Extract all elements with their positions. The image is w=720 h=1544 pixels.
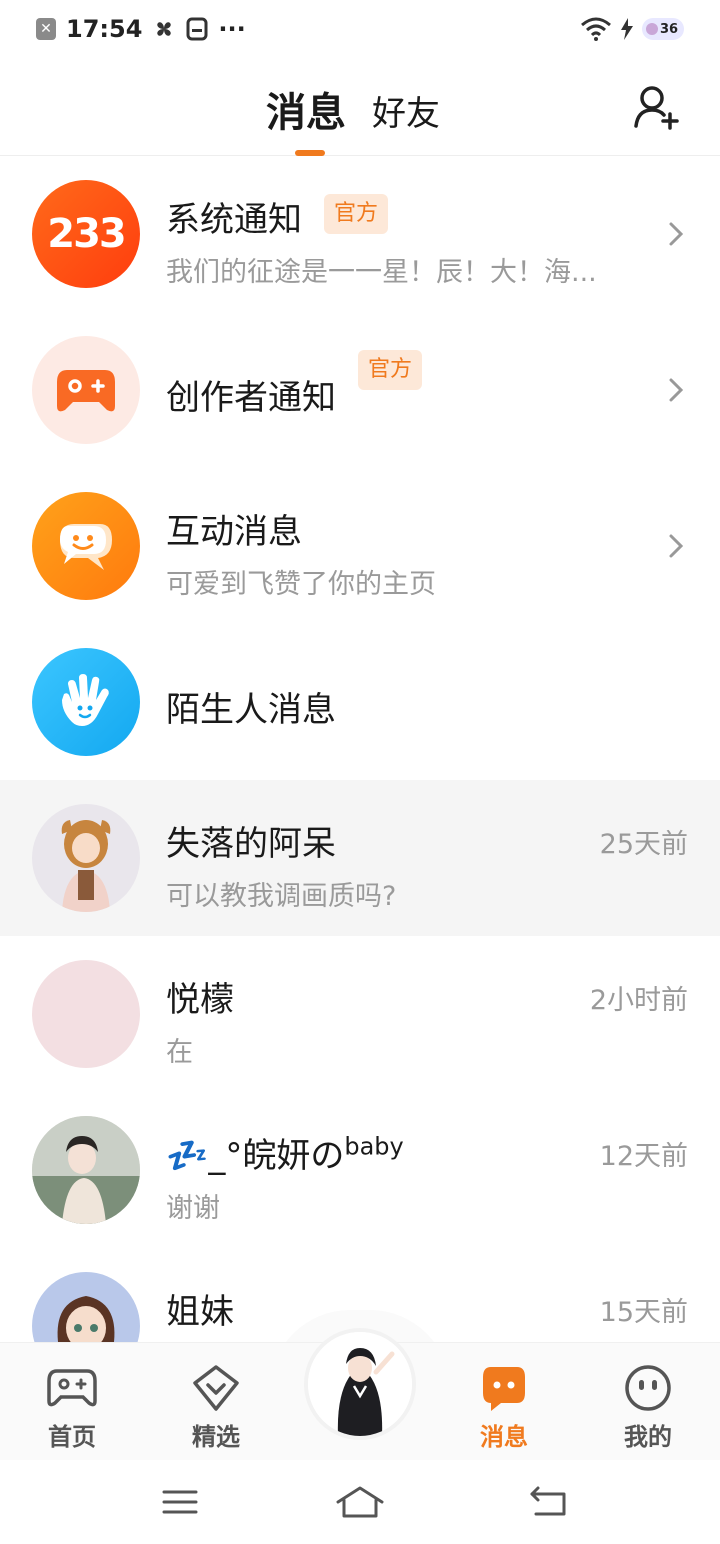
chat-smile-icon [60,524,112,570]
row-time: 12天前 [599,1141,688,1172]
nav-home[interactable]: 首页 [12,1343,132,1452]
avatar-user [32,1116,140,1224]
gamepad-icon [57,370,115,412]
row-time: 2小时前 [589,985,688,1016]
row-subtitle: 我们的征途是一一星！辰！大！海... [166,257,597,288]
list-item-conversation[interactable]: 失落的阿呆 可以教我调画质吗? 25天前 [0,780,720,936]
more-status-dots: ··· [218,15,246,43]
row-subtitle: 可爱到飞赞了你的主页 [166,569,436,600]
avatar-233: 233 [32,180,140,288]
row-title: 创作者通知 [166,378,336,418]
home-icon[interactable] [334,1482,386,1522]
nav-messages[interactable]: 消息 [444,1343,564,1452]
sim-card-icon [186,17,208,41]
avatar-user [32,960,140,1068]
heart-diamond-icon [193,1365,239,1411]
official-badge: 官方 [358,350,423,390]
fan-icon [157,22,172,36]
photo-avatar-icon [32,1116,140,1224]
row-title: 系统通知 [166,200,302,240]
row-title: 💤_°皖妍のbaby [166,1128,404,1177]
official-badge: 官方 [324,194,389,234]
row-time: 15天前 [599,1297,688,1328]
row-title: 姐妹 [166,1292,234,1332]
list-item-system-notice[interactable]: 233 系统通知 官方 我们的征途是一一星！辰！大！海... [0,156,720,312]
sleep-zzz-icon: 💤 [166,1136,209,1176]
list-item-stranger[interactable]: 陌生人消息 [0,624,720,780]
anime-girl-avatar-icon [61,820,111,912]
list-item-conversation[interactable]: 悦檬 在 2小时前 [0,936,720,1092]
list-item-conversation[interactable]: 💤_°皖妍のbaby 谢谢 12天前 [0,1092,720,1248]
avatar-user [32,804,140,912]
avatar-stranger [32,648,140,756]
row-title: 互动消息 [166,512,302,552]
status-bar: ✕ 17:54 ··· 36 [0,0,720,58]
charging-bolt-icon [621,18,633,40]
battery-indicator: 36 [642,18,684,40]
nav-mine-label: 我的 [624,1423,672,1451]
tab-messages[interactable]: 消息 [266,80,346,138]
battery-dot-icon [646,23,658,35]
nav-home-label: 首页 [48,1423,96,1451]
header: 消息 好友 [0,58,720,156]
status-time: 17:54 [66,15,143,43]
avatar-creator [32,336,140,444]
add-friend-icon[interactable] [632,82,682,132]
notification-close-icon: ✕ [36,18,56,40]
nav-mine[interactable]: 我的 [588,1343,708,1452]
waving-hand-icon [62,674,109,726]
row-title: 陌生人消息 [166,690,336,730]
avatar-233-logo: 233 [47,211,126,257]
row-title-text: _°皖妍の [208,1136,345,1176]
wifi-icon [581,17,611,41]
back-icon[interactable] [522,1482,574,1522]
status-right: 36 [580,17,684,41]
list-item-interaction[interactable]: 互动消息 可爱到飞赞了你的主页 [0,468,720,624]
list-item-creator-notice[interactable]: 创作者通知 官方 [0,312,720,468]
nav-featured-label: 精选 [192,1423,240,1451]
chevron-right-icon [669,534,684,558]
chevron-right-icon [669,222,684,246]
chevron-right-icon [669,378,684,402]
row-subtitle: 在 [166,1037,193,1068]
gamepad-icon [47,1369,97,1407]
smiley-face-icon [625,1365,671,1411]
nav-messages-label: 消息 [480,1423,528,1451]
avatar-interaction [32,492,140,600]
menu-icon[interactable] [154,1482,206,1522]
nav-featured[interactable]: 精选 [156,1343,276,1452]
status-left: ✕ 17:54 ··· [36,15,246,43]
row-subtitle: 谢谢 [166,1193,220,1224]
row-title-sup: baby [344,1132,404,1161]
chat-bubble-icon [483,1367,525,1411]
row-title: 悦檬 [166,980,234,1020]
tab-friends[interactable]: 好友 [372,86,440,135]
row-title: 失落的阿呆 [166,824,336,864]
system-nav-bar [0,1460,720,1544]
anime-character-icon [308,1332,412,1436]
row-subtitle: 可以教我调画质吗? [166,881,397,912]
row-time: 25天前 [599,829,688,860]
center-character-avatar[interactable] [304,1328,416,1440]
battery-level: 36 [660,21,679,37]
